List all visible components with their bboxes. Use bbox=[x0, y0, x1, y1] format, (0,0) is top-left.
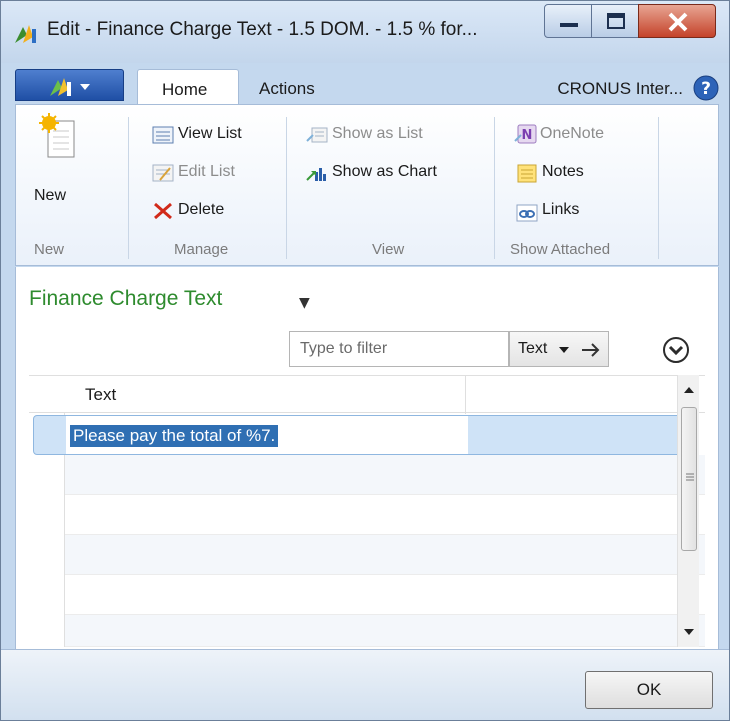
onenote-label: OneNote bbox=[540, 125, 605, 142]
filter-field-select[interactable]: Text bbox=[509, 331, 609, 367]
svg-text:N: N bbox=[522, 128, 533, 143]
table-row[interactable] bbox=[65, 535, 705, 575]
group-label-view: View bbox=[372, 241, 405, 258]
view-list-icon bbox=[152, 126, 174, 144]
filter-placeholder: Type to filter bbox=[300, 340, 388, 357]
scroll-down-icon[interactable] bbox=[683, 627, 695, 637]
notes-icon bbox=[517, 164, 537, 183]
show-as-chart-icon bbox=[306, 168, 326, 181]
app-logo-icon bbox=[15, 25, 36, 43]
close-button[interactable] bbox=[638, 4, 716, 38]
application-menu-button[interactable] bbox=[15, 69, 124, 101]
title-bar: Edit - Finance Charge Text - 1.5 DOM. - … bbox=[1, 1, 729, 63]
column-header-text[interactable]: Text bbox=[85, 385, 116, 405]
grid-header: Text bbox=[29, 375, 705, 414]
delete-icon bbox=[154, 202, 172, 220]
app-menu-icon bbox=[50, 78, 90, 96]
table-row[interactable] bbox=[65, 615, 705, 647]
ribbon-tab-row: Home Actions CRONUS Inter... ? bbox=[15, 65, 719, 107]
scroll-up-icon[interactable] bbox=[683, 385, 695, 395]
svg-text:?: ? bbox=[701, 79, 711, 99]
table-row[interactable] bbox=[65, 495, 705, 535]
tab-home-label: Home bbox=[162, 80, 208, 99]
text-cell[interactable]: Please pay the total of %7. bbox=[66, 416, 468, 454]
onenote-icon: N bbox=[514, 124, 537, 144]
maximize-button[interactable] bbox=[591, 4, 639, 38]
company-name[interactable]: CRONUS Inter... bbox=[557, 79, 683, 99]
help-icon[interactable]: ? bbox=[693, 75, 719, 101]
group-label-show-attached: Show Attached bbox=[510, 241, 611, 258]
scrollbar-thumb[interactable] bbox=[681, 407, 697, 551]
group-label-manage: Manage bbox=[174, 241, 229, 258]
links-icon bbox=[516, 204, 538, 222]
notes-label: Notes bbox=[542, 163, 584, 180]
group-separator bbox=[658, 117, 659, 259]
arrow-right-icon[interactable] bbox=[580, 341, 602, 359]
page-title-dropdown-icon[interactable]: ▼ bbox=[299, 295, 310, 311]
show-as-list-label: Show as List bbox=[332, 125, 423, 142]
edit-list-icon bbox=[152, 164, 174, 182]
data-grid: Text Please pay the total of %7. bbox=[29, 375, 705, 647]
expand-filter-icon[interactable] bbox=[661, 335, 691, 365]
show-as-chart-label: Show as Chart bbox=[332, 163, 437, 180]
group-label-new: New bbox=[34, 241, 65, 258]
new-document-icon bbox=[39, 113, 75, 158]
dialog-window: Edit - Finance Charge Text - 1.5 DOM. - … bbox=[0, 0, 730, 721]
cell-text[interactable]: Please pay the total of %7. bbox=[70, 425, 279, 447]
group-separator bbox=[286, 117, 287, 259]
maximize-icon bbox=[607, 13, 625, 29]
show-as-list-icon bbox=[306, 127, 328, 143]
filter-input[interactable]: Type to filter bbox=[289, 331, 509, 367]
delete-label: Delete bbox=[178, 201, 225, 218]
group-separator bbox=[128, 117, 129, 259]
ok-button[interactable]: OK bbox=[585, 671, 713, 709]
links-label: Links bbox=[542, 201, 580, 218]
chevron-down-icon bbox=[559, 347, 569, 353]
group-separator bbox=[494, 117, 495, 259]
table-row[interactable]: Please pay the total of %7. bbox=[33, 415, 697, 455]
new-button-label: New bbox=[34, 187, 67, 204]
filter-field-label: Text bbox=[518, 340, 548, 357]
close-icon bbox=[668, 12, 688, 32]
grip-icon bbox=[686, 473, 694, 481]
tab-home[interactable]: Home bbox=[137, 69, 239, 107]
minimize-icon bbox=[560, 23, 578, 27]
view-list-label: View List bbox=[178, 125, 242, 142]
ribbon-panel: New New View List Edit List Delete Manag… bbox=[15, 104, 719, 266]
table-row[interactable] bbox=[65, 455, 705, 495]
edit-list-label: Edit List bbox=[178, 163, 235, 180]
vertical-scrollbar[interactable] bbox=[677, 375, 699, 647]
column-divider[interactable] bbox=[465, 376, 466, 414]
window-title: Edit - Finance Charge Text - 1.5 DOM. - … bbox=[47, 19, 478, 40]
tab-actions[interactable]: Actions bbox=[259, 79, 315, 99]
minimize-button[interactable] bbox=[544, 4, 592, 38]
table-row[interactable] bbox=[65, 575, 705, 615]
page-title[interactable]: Finance Charge Text bbox=[29, 287, 222, 311]
